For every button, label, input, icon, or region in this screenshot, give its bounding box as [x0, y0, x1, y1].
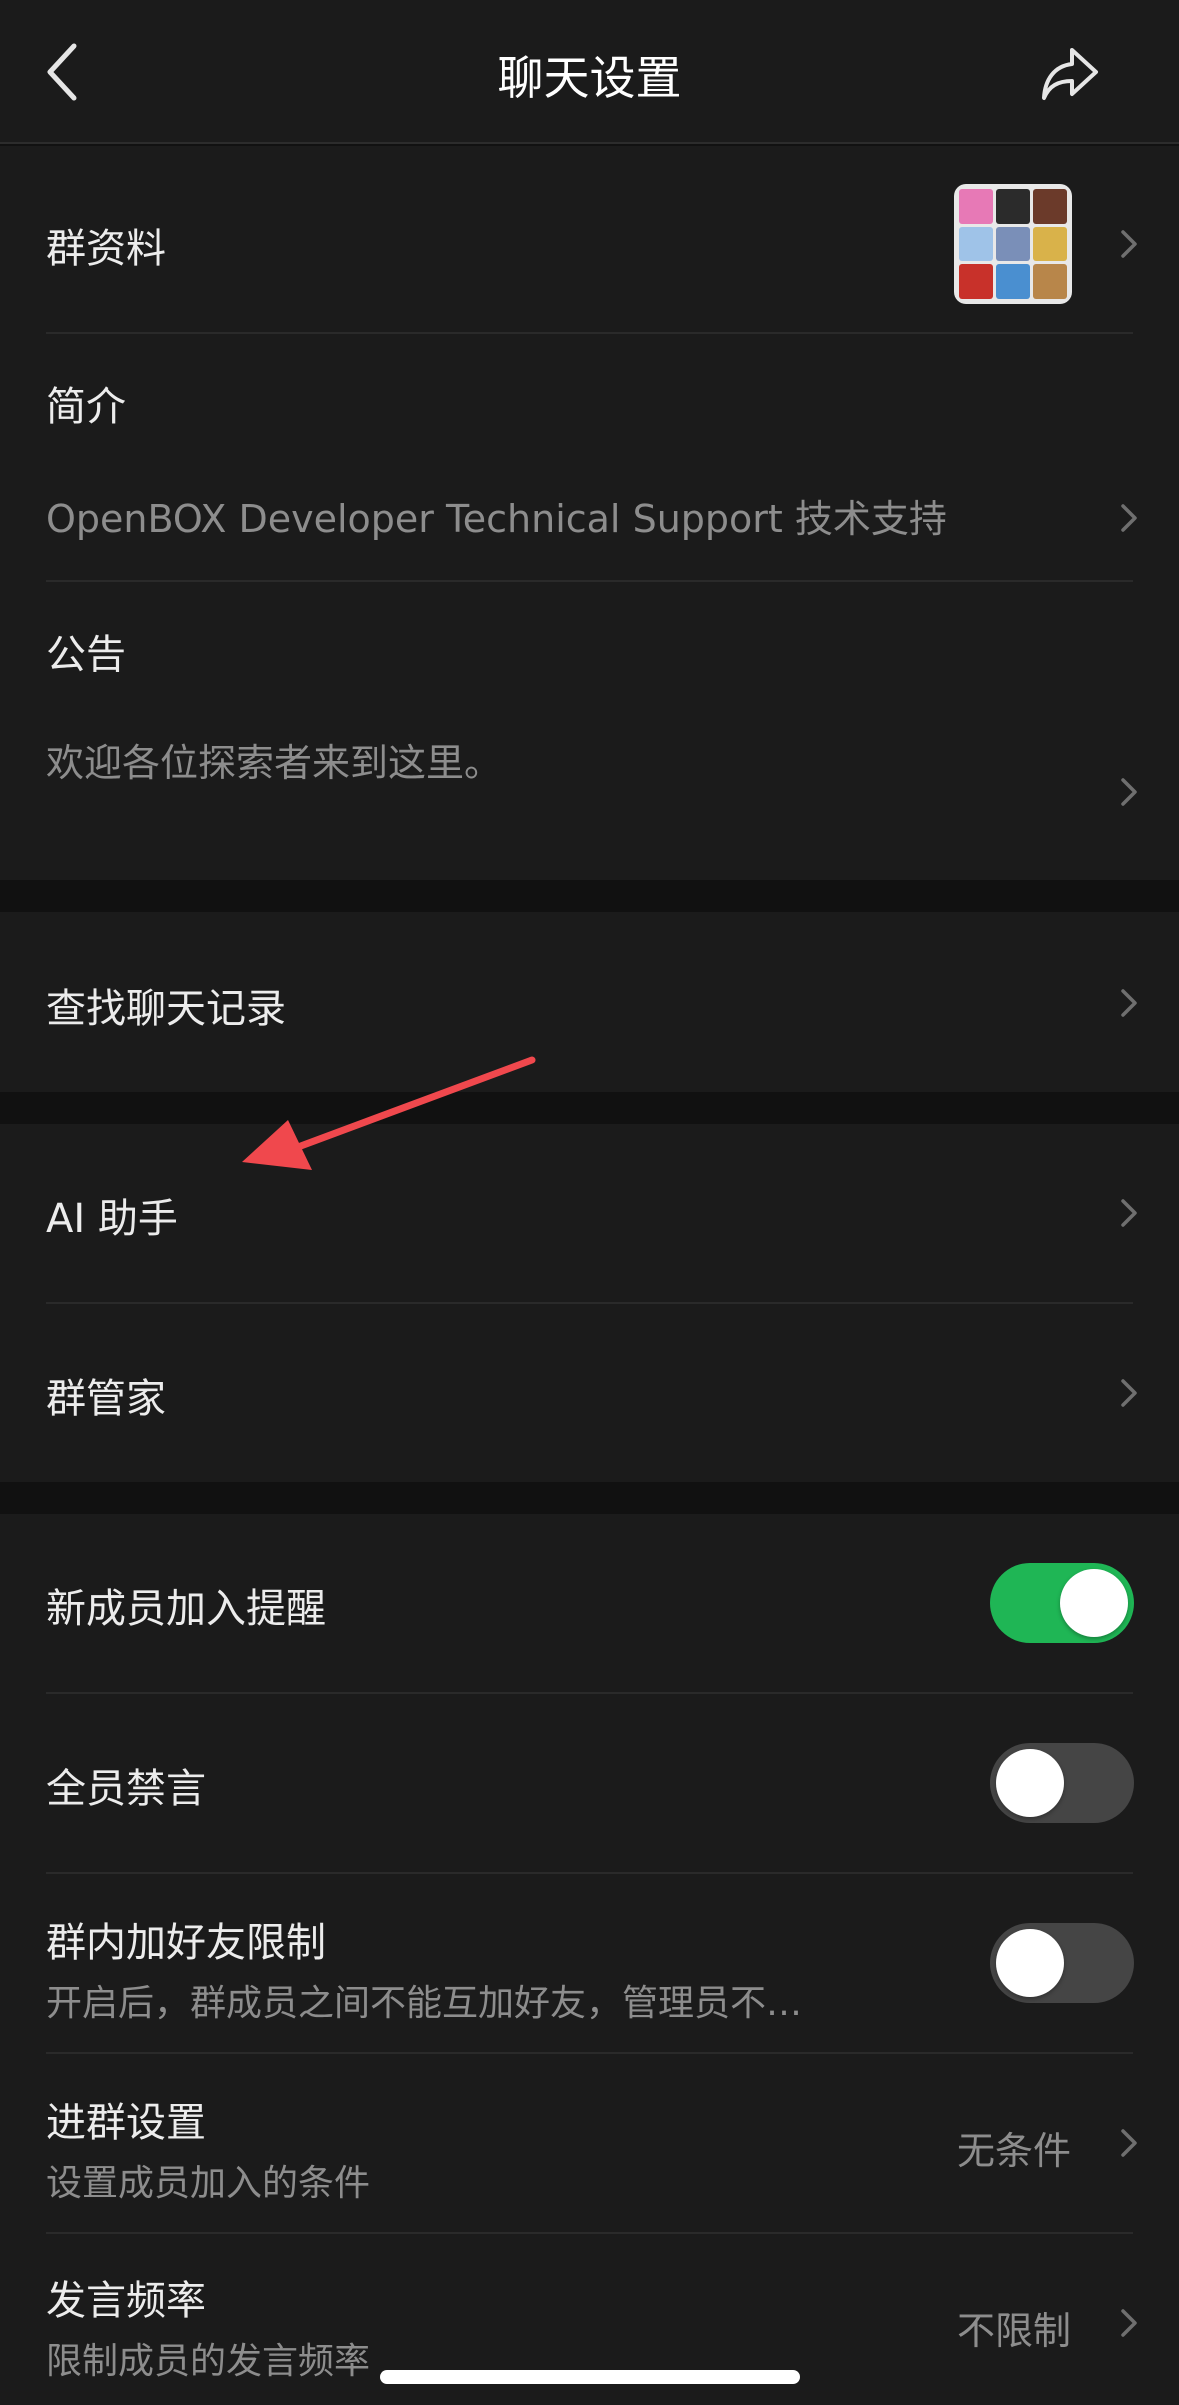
mute-all-toggle[interactable] — [990, 1743, 1134, 1823]
new-member-alert-toggle[interactable] — [990, 1563, 1134, 1643]
search-history-label: 查找聊天记录 — [46, 986, 286, 1032]
friend-limit-toggle[interactable] — [990, 1923, 1134, 2003]
nav-bar: 聊天设置 — [0, 0, 1179, 144]
toggle-knob — [1060, 1569, 1128, 1637]
ai-assistant-row[interactable]: AI 助手 — [46, 1124, 1179, 1302]
chevron-right-icon — [1121, 230, 1137, 258]
mute-all-label: 全员禁言 — [46, 1766, 206, 1812]
join-settings-value: 无条件 — [956, 2129, 1071, 2173]
member-avatar-tile — [959, 226, 993, 262]
friend-limit-description: 开启后，群成员之间不能互加好友，管理员不… — [46, 1983, 803, 2024]
intro-label: 简介 — [46, 384, 126, 430]
friend-limit-label: 群内加好友限制 — [46, 1920, 326, 1966]
speak-rate-description: 限制成员的发言频率 — [46, 2341, 371, 2382]
join-settings-description: 设置成员加入的条件 — [46, 2163, 371, 2204]
group-avatar[interactable] — [954, 184, 1072, 304]
notice-row[interactable]: 公告 欢迎各位探索者来到这里。 — [46, 582, 1179, 880]
member-avatar-tile — [1033, 226, 1067, 262]
notice-text: 欢迎各位探索者来到这里。 — [46, 741, 503, 785]
search-section: 查找聊天记录 — [0, 912, 1179, 1092]
speak-rate-value: 不限制 — [956, 2309, 1071, 2353]
member-avatar-tile — [1033, 189, 1067, 224]
chevron-right-icon — [1121, 989, 1137, 1017]
chevron-right-icon — [1121, 2129, 1137, 2157]
chevron-right-icon — [1121, 778, 1137, 806]
member-avatar-tile — [959, 189, 993, 224]
assistant-section: AI 助手 群管家 — [0, 1124, 1179, 1482]
share-icon[interactable] — [1040, 44, 1100, 102]
member-avatar-tile — [959, 264, 993, 299]
member-avatar-tile — [996, 189, 1030, 224]
group-manager-row[interactable]: 群管家 — [46, 1304, 1179, 1482]
search-history-row[interactable]: 查找聊天记录 — [46, 912, 1179, 1092]
home-indicator — [380, 2370, 800, 2384]
intro-text: OpenBOX Developer Technical Support 技术支持 — [46, 497, 947, 541]
member-avatar-tile — [1033, 264, 1067, 299]
member-avatar-tile — [996, 226, 1030, 262]
speak-rate-label: 发言频率 — [46, 2278, 206, 2324]
join-settings-label: 进群设置 — [46, 2100, 206, 2146]
notice-label: 公告 — [46, 632, 126, 678]
intro-row[interactable]: 简介 OpenBOX Developer Technical Support 技… — [46, 334, 1179, 580]
new-member-alert-label: 新成员加入提醒 — [46, 1586, 326, 1632]
chevron-right-icon — [1121, 1199, 1137, 1227]
group-manager-label: 群管家 — [46, 1376, 166, 1422]
chevron-right-icon — [1121, 2309, 1137, 2337]
ai-assistant-label: AI 助手 — [46, 1196, 178, 1242]
group-profile-label: 群资料 — [46, 226, 166, 272]
annotation-arrow-icon — [242, 1056, 536, 1170]
page-title: 聊天设置 — [497, 51, 682, 105]
chevron-right-icon — [1121, 1379, 1137, 1407]
toggle-knob — [996, 1749, 1064, 1817]
chevron-right-icon — [1121, 504, 1137, 532]
toggle-knob — [996, 1929, 1064, 1997]
member-avatar-tile — [996, 264, 1030, 299]
